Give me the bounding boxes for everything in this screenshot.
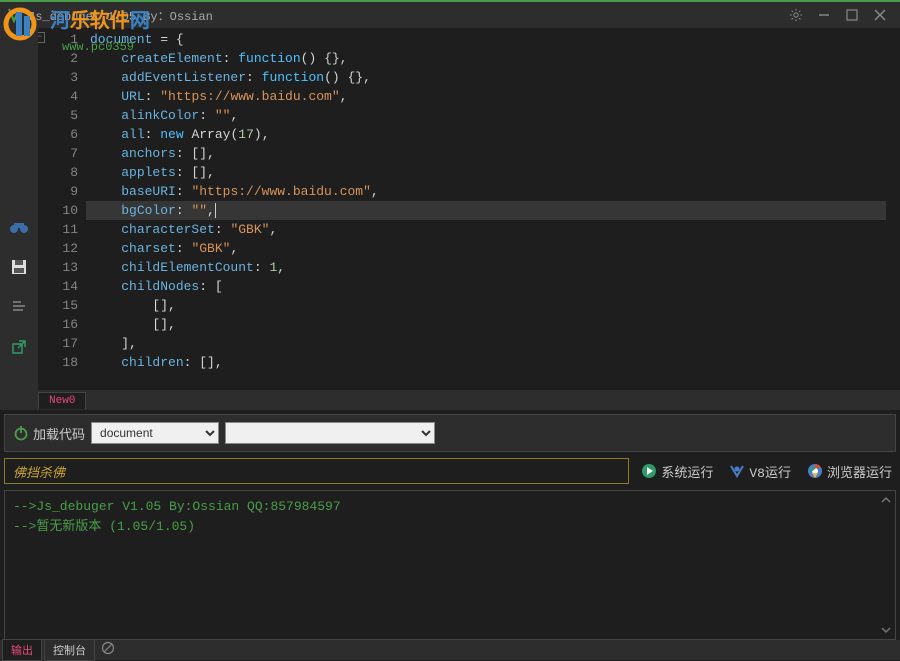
secondary-select[interactable] — [225, 422, 435, 444]
v8-run-button[interactable]: V8运行 — [725, 462, 795, 481]
browser-run-button[interactable]: 浏览器运行 — [803, 462, 896, 481]
window-title: Js_debuger 1.05 By：Ossian — [28, 7, 782, 24]
gear-icon — [789, 8, 803, 22]
power-icon — [13, 425, 29, 441]
external-button[interactable] — [6, 336, 32, 358]
clear-button[interactable] — [101, 641, 115, 659]
chevron-up-icon — [881, 496, 891, 504]
list-button[interactable] — [6, 296, 32, 318]
maximize-button[interactable] — [838, 3, 866, 27]
binoculars-icon — [9, 219, 29, 235]
close-icon — [873, 8, 887, 22]
play-circle-icon — [641, 463, 657, 479]
titlebar: Js_debuger 1.05 By：Ossian — [0, 0, 900, 28]
editor-tab[interactable]: New0 — [38, 392, 86, 409]
chrome-icon — [807, 463, 823, 479]
toolbar: 加载代码 document — [4, 414, 896, 452]
output-tab[interactable]: 输出 — [2, 639, 42, 661]
app-logo-icon — [6, 7, 22, 23]
minimize-button[interactable] — [810, 3, 838, 27]
line-gutter: 1−23456789101112131415161718 — [38, 28, 86, 390]
maximize-icon — [845, 8, 859, 22]
sidebar — [0, 28, 38, 390]
object-select[interactable]: document — [91, 422, 219, 444]
chevron-down-icon — [881, 626, 891, 634]
load-code-button[interactable]: 加载代码 — [13, 424, 85, 443]
save-button[interactable] — [6, 256, 32, 278]
external-link-icon — [11, 339, 27, 355]
bottom-tabbar: 输出 控制台 — [0, 640, 900, 660]
scroll-down-button[interactable] — [879, 623, 893, 637]
list-icon — [11, 300, 27, 314]
expression-input[interactable] — [4, 458, 629, 484]
v8-icon — [729, 463, 745, 479]
console-line: -->暂无新版本 (1.05/1.05) — [13, 517, 887, 537]
save-icon — [11, 259, 27, 275]
clear-icon — [101, 641, 115, 655]
system-run-button[interactable]: 系统运行 — [637, 462, 717, 481]
minimize-icon — [817, 8, 831, 22]
binoculars-button[interactable] — [6, 216, 32, 238]
close-button[interactable] — [866, 3, 894, 27]
console-tab[interactable]: 控制台 — [44, 639, 95, 661]
editor-tabbar: New0 — [0, 390, 900, 410]
search-run-bar: 系统运行 V8运行 浏览器运行 — [4, 456, 896, 486]
code-editor[interactable]: 1−23456789101112131415161718 document = … — [38, 28, 900, 390]
console-line: -->Js_debuger V1.05 By:Ossian QQ:8579845… — [13, 497, 887, 517]
console-output[interactable]: -->Js_debuger V1.05 By:Ossian QQ:8579845… — [4, 490, 896, 640]
load-code-label: 加载代码 — [33, 424, 85, 443]
code-area[interactable]: document = { createElement: function() {… — [86, 28, 900, 390]
scroll-up-button[interactable] — [879, 493, 893, 507]
settings-button[interactable] — [782, 3, 810, 27]
